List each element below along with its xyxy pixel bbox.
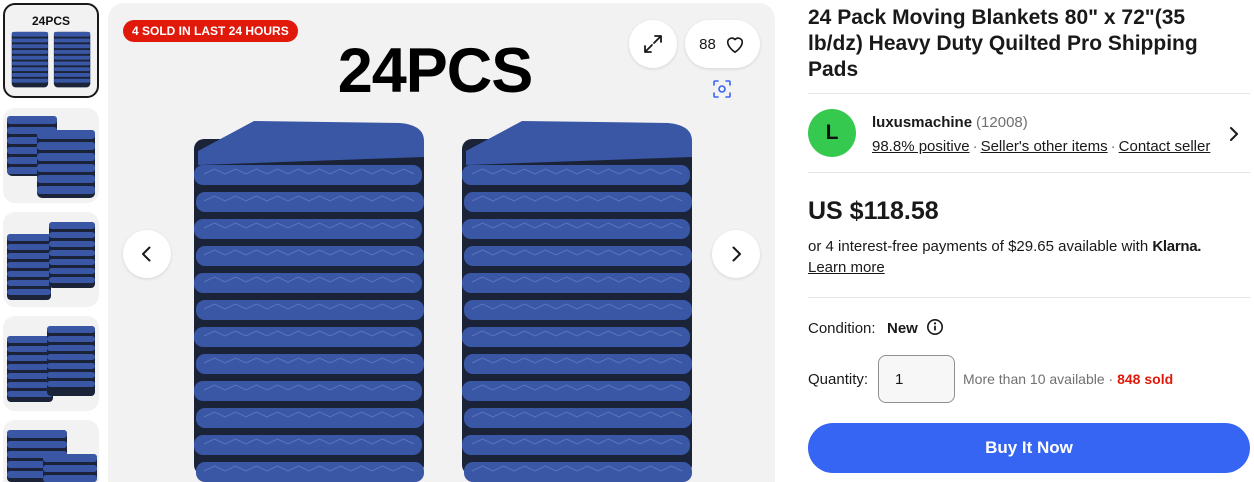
blanket-layer (196, 408, 424, 428)
seller-feedback-count: (12008) (976, 114, 1028, 131)
blanket-layer (462, 165, 690, 185)
availability-count: More than 10 available (963, 371, 1105, 387)
blanket-layer (194, 381, 422, 401)
expand-button[interactable] (629, 20, 677, 68)
right-stack (53, 31, 91, 88)
left-blanket-stack (194, 121, 424, 482)
thumbnail-5[interactable] (3, 420, 99, 482)
sellers-other-items-link[interactable]: Seller's other items (981, 138, 1108, 155)
previous-image-button[interactable] (123, 230, 171, 278)
blanket-layer (196, 246, 424, 266)
blanket-layer (464, 462, 692, 482)
blanket-layer (194, 273, 422, 293)
blanket-layer (464, 246, 692, 266)
blanket-layer (196, 192, 424, 212)
watchlist-button[interactable]: 88 (685, 20, 760, 68)
condition-value: New (887, 320, 918, 337)
blanket-layer (464, 192, 692, 212)
klarna-logo: Klarna. (1152, 238, 1202, 255)
thumbnail-caption: 24PCS (31, 14, 71, 28)
separator-dot: · (972, 138, 978, 155)
info-icon[interactable] (926, 318, 944, 336)
seller-name[interactable]: luxusmachine (12008) (872, 114, 1028, 131)
contact-seller-link[interactable]: Contact seller (1119, 138, 1211, 155)
blanket-layer (462, 381, 690, 401)
blanket-layer (462, 435, 690, 455)
blanket-layer (194, 327, 422, 347)
seller-avatar[interactable]: L (808, 109, 856, 157)
sold-count: 848 sold (1117, 371, 1174, 387)
chevron-right-icon (732, 246, 741, 262)
blanket-layer (462, 273, 690, 293)
expand-icon (644, 35, 662, 53)
chevron-left-icon (142, 246, 151, 262)
chevron-right-icon[interactable] (1224, 124, 1244, 144)
thumbnail-3[interactable] (3, 212, 99, 307)
condition-label: Condition: (808, 320, 876, 337)
blanket-stack-image (7, 326, 95, 402)
listing-title: 24 Pack Moving Blankets 80" x 72"(35 lb/… (808, 6, 1198, 81)
blanket-stack-image (7, 222, 95, 300)
blanket-stack-image (7, 116, 95, 198)
price: US $118.58 (808, 197, 939, 225)
positive-feedback-link[interactable]: 98.8% positive (872, 138, 970, 155)
next-image-button[interactable] (712, 230, 760, 278)
blanket-layer (196, 462, 424, 482)
heart-icon (726, 37, 743, 53)
availability-text: More than 10 available · 848 sold (963, 371, 1174, 387)
blanket-layer (464, 300, 692, 320)
seller-username[interactable]: luxusmachine (872, 114, 972, 131)
item-page: 24PCS 24PCS 4 SOLD IN LAST 24 HOURS 88 2… (0, 0, 1254, 482)
sold-badge: 4 SOLD IN LAST 24 HOURS (123, 20, 298, 42)
main-image[interactable]: 24PCS 4 SOLD IN LAST 24 HOURS 88 (108, 3, 775, 482)
thumbnail-1[interactable]: 24PCS (3, 3, 99, 98)
thumbnail-4[interactable] (3, 316, 99, 411)
buy-it-now-button[interactable]: Buy It Now (808, 423, 1250, 473)
separator-dot: · (1110, 138, 1116, 155)
thumbnail-2[interactable] (3, 108, 99, 203)
blanket-layer (196, 354, 424, 374)
quantity-input[interactable] (878, 355, 955, 403)
quantity-label: Quantity: (808, 371, 869, 388)
visual-search-button[interactable] (707, 74, 737, 104)
blanket-layer (196, 300, 424, 320)
divider (808, 297, 1250, 298)
blanket-layer (194, 435, 422, 455)
blanket-layer (194, 219, 422, 239)
learn-more-link[interactable]: Learn more (808, 259, 885, 276)
blanket-stack-image (7, 430, 97, 482)
installments-text: or 4 interest-free payments of $29.65 av… (808, 238, 1201, 255)
blanket-layer (464, 408, 692, 428)
blanket-layer (462, 327, 690, 347)
blanket-layer (462, 219, 690, 239)
blanket-layer (464, 354, 692, 374)
divider (808, 93, 1250, 94)
seller-links: 98.8% positive · Seller's other items · Cont… (872, 138, 1210, 155)
divider (808, 172, 1250, 173)
blanket-layer (194, 165, 422, 185)
right-blanket-stack (462, 121, 692, 482)
left-stack (11, 31, 49, 88)
installments-description: or 4 interest-free payments of $29.65 av… (808, 238, 1149, 255)
image-caption: 24PCS (337, 36, 534, 106)
camera-scan-icon (713, 80, 731, 98)
watch-count: 88 (699, 35, 716, 53)
